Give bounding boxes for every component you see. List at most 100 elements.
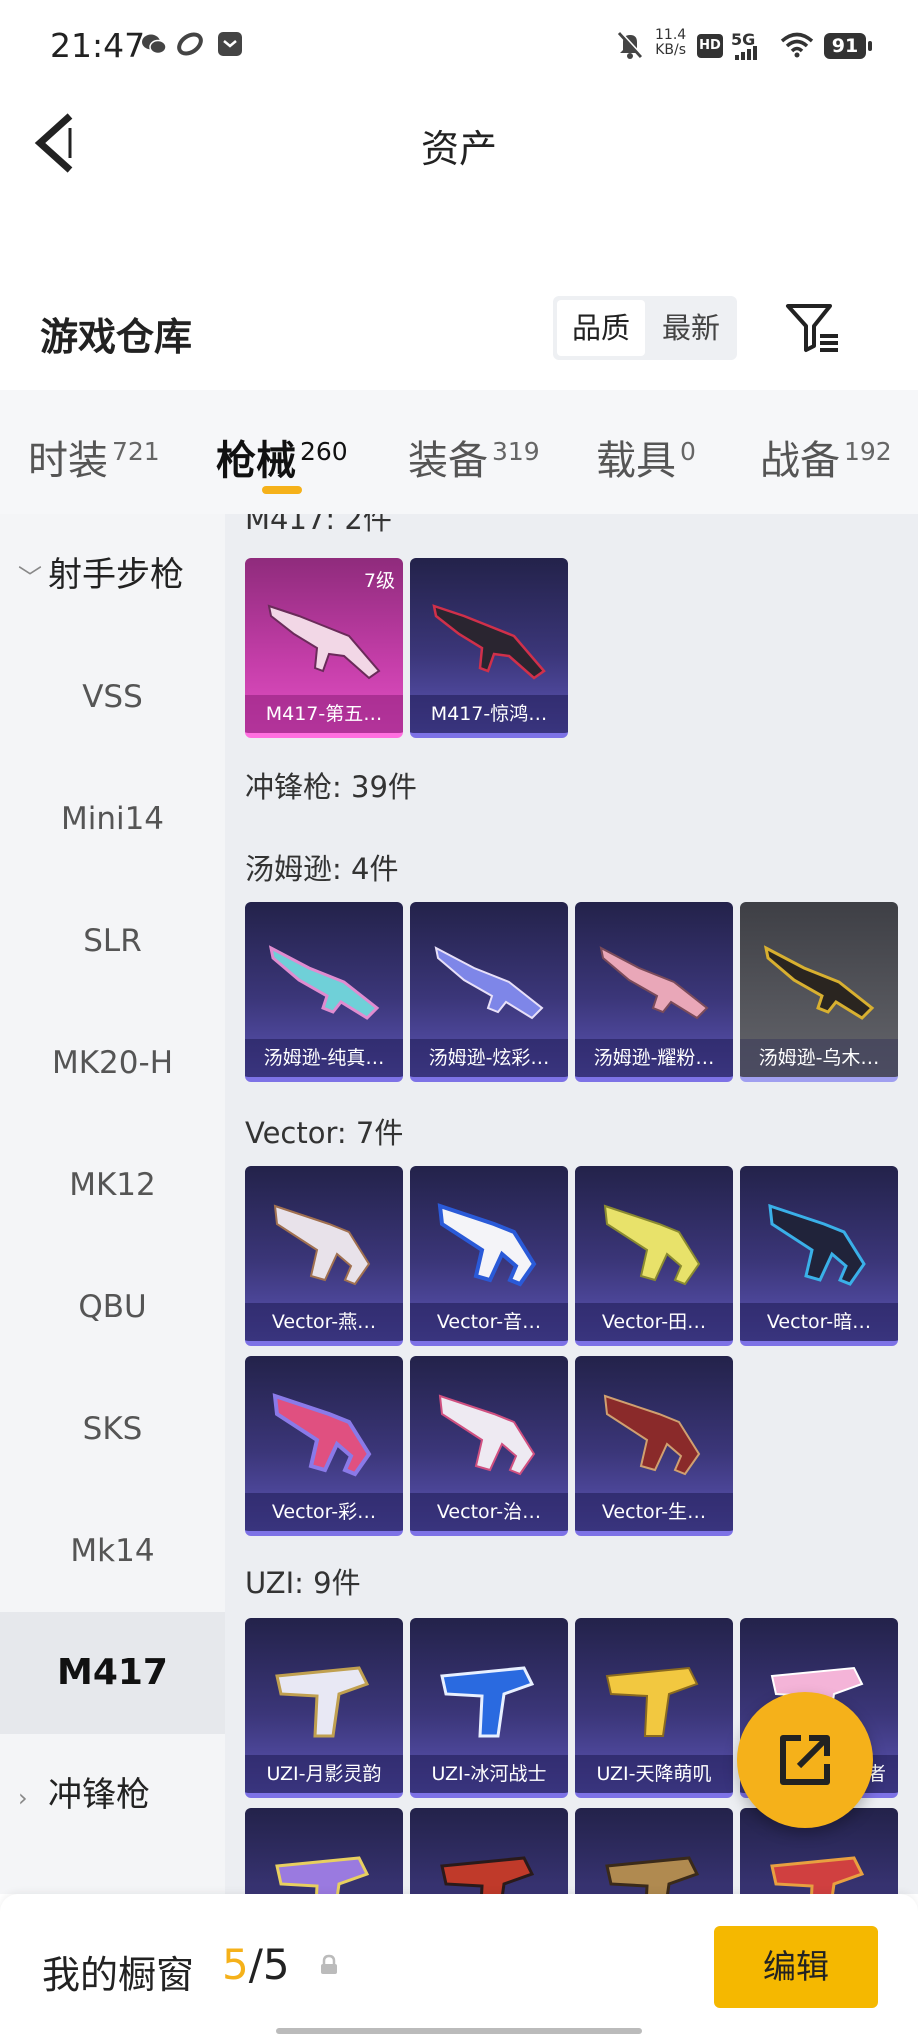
weapon-name: Vector-治… <box>410 1493 568 1531</box>
weapon-name: Vector-暗… <box>740 1303 898 1341</box>
smg-image <box>437 1203 537 1287</box>
weapon-card[interactable]: Vector-暗… <box>740 1166 898 1346</box>
weapon-card[interactable]: Vector-彩… <box>245 1356 403 1536</box>
weapon-name: 汤姆逊-炫彩… <box>410 1039 568 1077</box>
weapon-name: Vector-燕… <box>245 1303 403 1341</box>
level-badge: 7级 <box>363 570 395 592</box>
wifi-icon <box>780 32 814 58</box>
smg-image <box>275 1856 370 1894</box>
sidebar-item-mk14[interactable]: Mk14 <box>0 1490 225 1612</box>
showcase-count: 5/5 <box>222 1940 290 1989</box>
tab-firearms[interactable]: 枪械 260 <box>216 428 348 486</box>
lock-icon <box>321 1954 337 1974</box>
rifle-image <box>432 604 546 680</box>
chevron-down-icon: ﹀ <box>18 564 42 592</box>
sidebar-group-smg[interactable]: › 冲锋枪 <box>18 1734 150 1856</box>
tab-fashion[interactable]: 时装 721 <box>28 428 160 486</box>
filter-list-icon <box>786 304 838 352</box>
smg-image <box>768 1203 866 1286</box>
sort-toggle: 品质 最新 <box>553 296 737 360</box>
tab-equipment[interactable]: 装备 319 <box>408 428 540 486</box>
weapon-card[interactable]: 汤姆逊-乌木… <box>740 902 898 1082</box>
smg-image <box>605 1856 700 1894</box>
weapon-name: Vector-音… <box>410 1303 568 1341</box>
sidebar-item-vss[interactable]: VSS <box>0 636 225 758</box>
active-tab-indicator <box>262 486 302 494</box>
share-button[interactable] <box>737 1692 873 1828</box>
smg-image <box>605 1666 699 1737</box>
weapon-type-sidebar: ﹀ 射手步枪 VSS Mini14 SLR MK20-H MK12 QBU SKS… <box>0 514 225 1894</box>
sidebar-item-mk20h[interactable]: MK20-H <box>0 1002 225 1124</box>
group-label-m417: M417: 2件 <box>245 514 392 536</box>
sidebar-group-marksman-rifles[interactable]: ﹀ 射手步枪 <box>18 514 184 636</box>
weapon-name: 汤姆逊-纯真… <box>245 1039 403 1077</box>
edit-button[interactable]: 编辑 <box>714 1926 878 2008</box>
tab-supplies[interactable]: 战备 192 <box>760 428 892 486</box>
weapon-name: Vector-田… <box>575 1303 733 1341</box>
group-label-thompson: 汤姆逊: 4件 <box>245 852 399 886</box>
showcase-label: 我的橱窗 <box>42 1953 195 1997</box>
weapon-card[interactable]: M417-惊鸿… <box>410 558 568 738</box>
sidebar-item-qbu[interactable]: QBU <box>0 1246 225 1368</box>
weapon-name: Vector-生… <box>575 1493 733 1531</box>
smg-image <box>268 945 380 1020</box>
weapon-card[interactable]: 汤姆逊-纯真… <box>245 902 403 1082</box>
showcase-bar: 我的橱窗 5/5 编辑 <box>0 1894 918 2040</box>
sidebar-item-sks[interactable]: SKS <box>0 1368 225 1490</box>
smg-image <box>272 1393 372 1477</box>
status-bar: 21:47 11.4 KB/s HD 5G 91 <box>0 0 918 92</box>
weapon-card[interactable]: Vector-燕… <box>245 1166 403 1346</box>
battery-indicator: 91 <box>824 33 872 59</box>
weapon-name: Vector-彩… <box>245 1493 403 1531</box>
group-label-smg: 冲锋枪: 39件 <box>245 770 417 804</box>
status-time: 21:47 <box>50 26 146 65</box>
signal-bars-icon <box>735 46 757 60</box>
smg-image <box>273 1204 371 1286</box>
smg-image <box>599 946 709 1020</box>
weapon-card[interactable]: Vector-田… <box>575 1166 733 1346</box>
wechat-icon <box>142 34 167 55</box>
smg-image <box>434 946 544 1020</box>
filter-button[interactable] <box>784 300 840 356</box>
message-icon <box>218 32 242 56</box>
weapon-card[interactable]: UZI-月影灵韵 <box>245 1618 403 1798</box>
sidebar-item-slr[interactable]: SLR <box>0 880 225 1002</box>
weapon-card[interactable] <box>245 1808 403 1894</box>
weapon-card[interactable]: Vector-治… <box>410 1356 568 1536</box>
weapon-card[interactable]: UZI-天降萌叽 <box>575 1618 733 1798</box>
tab-vehicles[interactable]: 载具 0 <box>596 428 696 486</box>
weapon-name: UZI-冰河战士 <box>410 1755 568 1793</box>
weapon-card[interactable]: 7级 M417-第五… <box>245 558 403 738</box>
weapon-card[interactable]: 汤姆逊-炫彩… <box>410 902 568 1082</box>
weapon-name: 汤姆逊-耀粉… <box>575 1039 733 1077</box>
weapon-card[interactable]: Vector-音… <box>410 1166 568 1346</box>
smg-image <box>440 1666 535 1738</box>
app-notification-icon <box>177 32 203 56</box>
smg-image <box>275 1666 370 1738</box>
mute-bell-icon <box>617 31 644 59</box>
smg-image <box>603 1204 701 1286</box>
weapon-card[interactable] <box>575 1808 733 1894</box>
smg-image <box>603 1394 701 1476</box>
weapon-name: M417-惊鸿… <box>410 695 568 733</box>
external-link-icon <box>780 1735 830 1785</box>
smg-image <box>440 1856 535 1894</box>
sort-newest-option[interactable]: 最新 <box>649 300 733 356</box>
hd-badge: HD <box>697 34 723 58</box>
network-speed: 11.4 KB/s <box>655 27 687 58</box>
weapon-card[interactable]: Vector-生… <box>575 1356 733 1536</box>
weapon-name: 汤姆逊-乌木… <box>740 1039 898 1077</box>
smg-image <box>763 945 875 1020</box>
group-label-uzi: UZI: 9件 <box>245 1566 361 1600</box>
sort-quality-option[interactable]: 品质 <box>557 300 645 356</box>
chevron-right-icon: › <box>18 1784 28 1812</box>
weapon-card[interactable]: 汤姆逊-耀粉… <box>575 902 733 1082</box>
home-indicator[interactable] <box>276 2028 642 2034</box>
weapon-card[interactable]: UZI-冰河战士 <box>410 1618 568 1798</box>
sidebar-item-m417[interactable]: M417 <box>0 1612 225 1734</box>
weapon-name: UZI-天降萌叽 <box>575 1755 733 1793</box>
category-tabs: 时装 721 枪械 260 装备 319 载具 0 战备 192 <box>0 390 918 514</box>
weapon-card[interactable] <box>410 1808 568 1894</box>
sidebar-item-mini14[interactable]: Mini14 <box>0 758 225 880</box>
sidebar-item-mk12[interactable]: MK12 <box>0 1124 225 1246</box>
